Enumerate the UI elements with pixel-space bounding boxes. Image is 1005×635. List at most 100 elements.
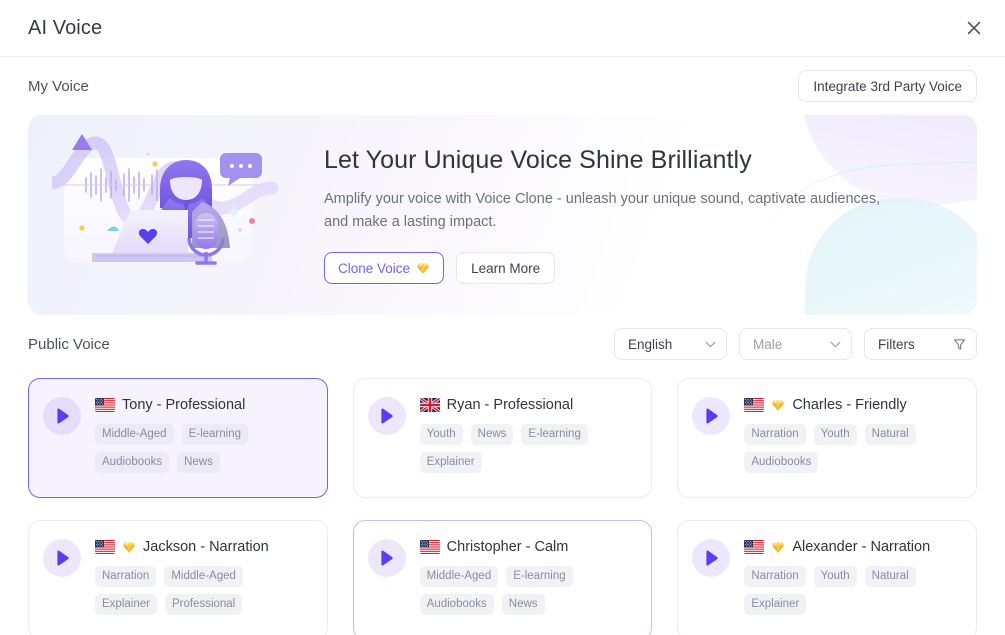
voice-tag-list: Middle-Aged E-learning Audiobooks News [419,566,638,615]
voice-tag: Professional [164,594,243,615]
voice-card[interactable]: Tony - Professional Middle-Aged E-learnin… [28,378,328,498]
premium-gem-icon [772,541,785,553]
voice-card-main: Tony - Professional Middle-Aged E-learnin… [95,395,313,497]
learn-more-button[interactable]: Learn More [456,252,556,284]
language-select[interactable]: English [614,328,727,360]
voice-tag-list: Middle-Aged E-learning Audiobooks News [95,424,313,473]
voice-tag-list: Narration Middle-Aged Explainer Professiona… [95,566,313,615]
voice-tag: Narration [744,566,806,587]
voice-card-header: Charles - Friendly [744,395,962,415]
window-titlebar: AI Voice [0,0,1005,57]
voice-tag: Narration [744,424,806,445]
voice-tag: Youth [813,566,857,587]
filter-icon [953,338,966,350]
voice-name: Alexander - Narration [792,539,931,555]
voice-tag: Youth [419,424,463,445]
banner-description: Amplify your voice with Voice Clone - un… [324,191,881,230]
voice-card-header: Tony - Professional [95,395,313,415]
filters-row: English Male Filters [614,328,977,360]
gem-icon [416,262,430,274]
my-voice-title: My Voice [28,77,89,95]
voice-card-main: Ryan - Professional Youth News E-learning E… [419,395,638,497]
voice-name: Charles - Friendly [792,397,907,413]
play-icon [56,550,69,566]
voice-card-main: Jackson - Narration Narration Middle-Aged… [95,537,313,635]
voice-card-header: Ryan - Professional [419,395,638,415]
voice-tag: Natural [864,424,916,445]
clone-voice-label: Clone Voice [338,260,411,276]
us-flag-icon [95,398,115,412]
play-button[interactable] [367,539,406,577]
dialog-body: My Voice Integrate 3rd Party Voice Let Y… [0,57,1005,635]
voice-name: Christopher - Calm [446,539,569,555]
voice-tag: News [501,594,545,615]
voice-tag: Narration [95,566,157,587]
voice-tag: Audiobooks [419,594,494,615]
voice-card-main: Alexander - Narration Narration Youth Natu… [744,537,962,635]
us-flag-icon [95,540,115,554]
voice-tag: Youth [813,424,857,445]
play-icon [706,408,718,424]
filters-button[interactable]: Filters [864,328,977,360]
chevron-down-icon [705,341,716,347]
voice-card-header: Alexander - Narration [744,537,962,557]
voice-tag-list: Youth News E-learning Explainer [419,424,638,473]
close-icon [967,21,981,35]
gender-select-value: Male [753,336,783,352]
voice-tag: Natural [864,566,916,587]
play-icon [381,550,393,566]
voice-tag-list: Narration Youth Natural Audiobooks [744,424,962,473]
my-voice-header: My Voice Integrate 3rd Party Voice [28,57,977,115]
voice-tag: News [177,452,220,473]
voice-card[interactable]: Christopher - Calm Middle-Aged E-learning… [352,520,653,635]
play-icon [706,550,718,566]
voice-name: Jackson - Narration [143,539,269,555]
premium-gem-icon [122,541,136,553]
play-icon [56,408,69,424]
clone-voice-button[interactable]: Clone Voice [324,252,445,284]
voice-card-header: Christopher - Calm [419,537,638,557]
voice-name: Tony - Professional [122,397,246,413]
voice-tag: E-learning [181,424,248,445]
public-voice-card-grid: Tony - Professional Middle-Aged E-learnin… [28,378,977,635]
premium-gem-icon [772,399,785,411]
voice-tag-list: Narration Youth Natural Explainer [744,566,962,615]
play-icon [381,408,393,424]
voice-card[interactable]: Charles - Friendly Narration Youth Natural… [677,378,977,498]
filters-button-label: Filters [878,336,915,352]
voice-tag: E-learning [521,424,588,445]
chevron-down-icon [830,341,841,347]
voice-tag: Explainer [744,594,807,615]
banner-text-block: Let Your Unique Voice Shine Brilliantly … [324,146,884,284]
voice-tag: E-learning [506,566,573,587]
voice-card[interactable]: Alexander - Narration Narration Youth Natu… [677,520,977,635]
play-button[interactable] [692,397,731,435]
voice-tag: Middle-Aged [164,566,243,587]
integrate-3rd-party-voice-button[interactable]: Integrate 3rd Party Voice [798,70,977,102]
play-button[interactable] [43,539,81,577]
voice-clone-illustration-icon [45,128,302,303]
voice-tag: Middle-Aged [95,424,174,445]
play-button[interactable] [692,539,731,577]
voice-clone-banner: Let Your Unique Voice Shine Brilliantly … [28,115,977,315]
gender-select[interactable]: Male [739,328,852,360]
close-button[interactable] [957,11,991,45]
voice-card-main: Christopher - Calm Middle-Aged E-learning… [419,537,638,635]
voice-tag: Audiobooks [744,452,819,473]
play-button[interactable] [367,397,406,435]
banner-heading: Let Your Unique Voice Shine Brilliantly [324,146,752,174]
public-voice-header: Public Voice English Male Filters [28,315,977,373]
voice-tag: Middle-Aged [419,566,499,587]
voice-card-main: Charles - Friendly Narration Youth Natural… [744,395,962,497]
voice-tag: Audiobooks [95,452,170,473]
voice-card[interactable]: Jackson - Narration Narration Middle-Aged… [28,520,328,635]
public-voice-title: Public Voice [28,335,110,353]
voice-card[interactable]: Ryan - Professional Youth News E-learning E… [352,378,653,498]
voice-name: Ryan - Professional [446,397,574,413]
voice-tag: News [470,424,514,445]
banner-actions: Clone Voice Learn More [324,252,884,284]
play-button[interactable] [43,397,81,435]
voice-tag: Explainer [95,594,157,615]
us-flag-icon [419,540,440,554]
us-flag-icon [744,398,765,412]
